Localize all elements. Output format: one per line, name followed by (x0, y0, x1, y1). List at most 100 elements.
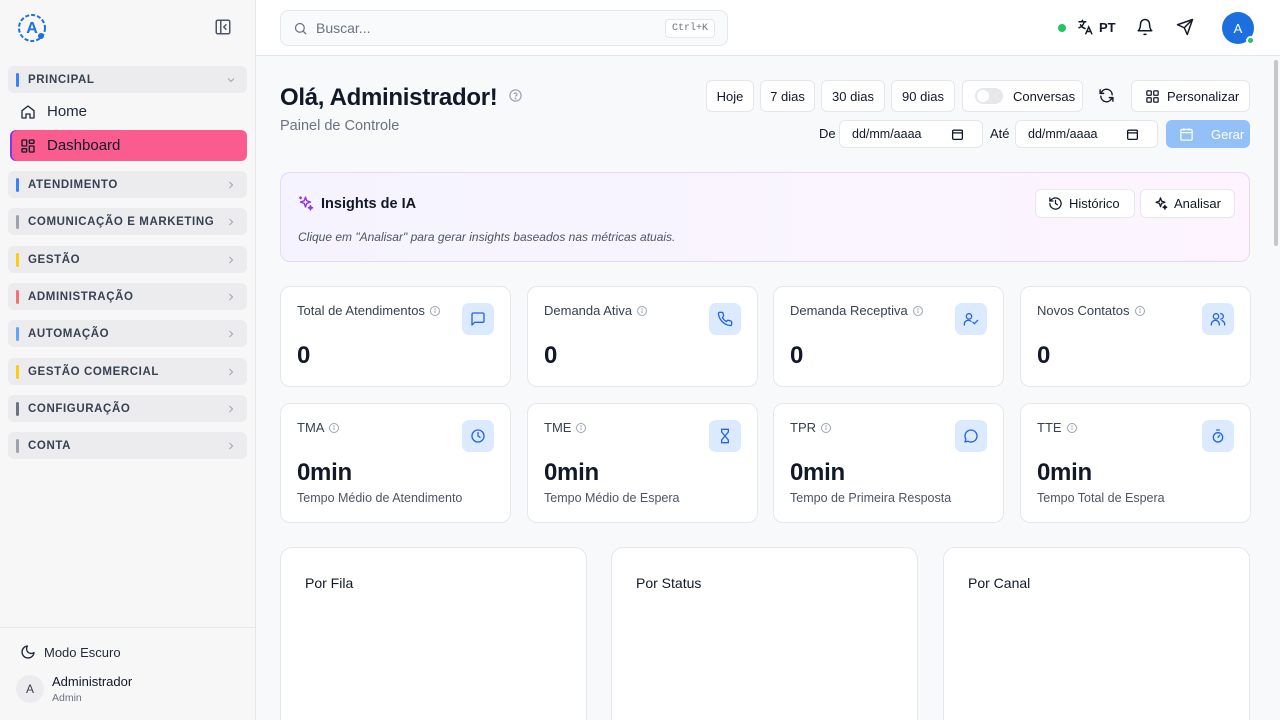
user-name: Administrador (52, 674, 133, 689)
sidebar-item-home[interactable]: Home (12, 96, 247, 127)
section-atendimento[interactable]: ATENDIMENTO (8, 171, 247, 198)
sidebar-item-label: Home (47, 103, 88, 120)
metric-value: 0 (297, 342, 311, 369)
history-button[interactable]: Histórico (1035, 189, 1135, 218)
dark-mode-toggle[interactable]: Modo Escuro (20, 644, 121, 660)
info-icon[interactable] (912, 305, 924, 317)
metric-card-demanda-ativa: Demanda Ativa 0 (527, 286, 758, 387)
user-role: Admin (52, 692, 82, 704)
metric-value: 0min (1037, 459, 1092, 486)
insights-title: Insights de IA (321, 196, 417, 212)
section-label: CONTA (28, 439, 72, 452)
metric-title: Demanda Receptiva (790, 303, 908, 318)
scrollbar-thumb[interactable] (1274, 60, 1278, 246)
section-automacao[interactable]: AUTOMAÇÃO (8, 320, 247, 347)
section-comunicacao-marketing[interactable]: COMUNICAÇÃO E MARKETING (8, 208, 247, 235)
section-label: AUTOMAÇÃO (28, 327, 110, 340)
user-avatar-button[interactable]: A (1222, 12, 1255, 45)
help-circle-icon[interactable] (508, 88, 523, 103)
date-to-input[interactable]: dd/mm/aaaa (1015, 120, 1158, 148)
clock-icon (462, 420, 494, 452)
toggle-switch[interactable] (975, 88, 1003, 104)
section-configuracao[interactable]: CONFIGURAÇÃO (8, 395, 247, 422)
analyze-label: Analisar (1174, 196, 1221, 211)
avatar: A (16, 675, 44, 703)
section-color-bar (16, 252, 19, 267)
search-icon (293, 21, 308, 36)
chevron-right-icon (225, 216, 237, 228)
section-gestao[interactable]: GESTÃO (8, 246, 247, 273)
message-square-icon (462, 303, 494, 335)
generate-button[interactable]: Gerar (1166, 120, 1250, 148)
connection-status-dot (1058, 24, 1066, 32)
bell-icon[interactable] (1136, 18, 1154, 36)
metric-title-wrap: Novos Contatos (1037, 303, 1146, 318)
info-icon[interactable] (328, 422, 340, 434)
metric-value: 0min (544, 459, 599, 486)
collapse-sidebar-icon[interactable] (214, 18, 232, 36)
section-gestao-comercial[interactable]: GESTÃO COMERCIAL (8, 358, 247, 385)
section-label: GESTÃO COMERCIAL (28, 365, 159, 378)
section-label: COMUNICAÇÃO E MARKETING (28, 215, 215, 228)
dark-mode-label: Modo Escuro (44, 644, 121, 660)
metric-title: Demanda Ativa (544, 303, 633, 318)
section-label: CONFIGURAÇÃO (28, 402, 131, 415)
user-profile[interactable]: A Administrador Admin (16, 674, 132, 704)
info-icon[interactable] (1066, 422, 1078, 434)
section-color-bar (16, 438, 19, 453)
search-input[interactable] (316, 20, 665, 36)
info-icon[interactable] (820, 422, 832, 434)
avatar-initial: A (1233, 20, 1243, 36)
chevron-right-icon (225, 328, 237, 340)
timer-icon (1202, 420, 1234, 452)
refresh-icon[interactable] (1098, 87, 1115, 104)
page-title: Olá, Administrador! (280, 84, 498, 111)
send-icon[interactable] (1176, 18, 1194, 36)
info-icon[interactable] (575, 422, 587, 434)
conversas-toggle[interactable]: Conversas (962, 80, 1083, 112)
metric-card-tpr: TPR 0min Tempo de Primeira Resposta (773, 403, 1004, 523)
metric-title: Total de Atendimentos (297, 303, 425, 318)
metric-title-wrap: Total de Atendimentos (297, 303, 441, 318)
search-shortcut: Ctrl+K (664, 18, 715, 38)
range-90-days-button[interactable]: 90 dias (891, 80, 955, 112)
translate-icon (1076, 18, 1094, 36)
user-check-icon (955, 303, 987, 335)
metric-title-wrap: TPR (790, 420, 832, 435)
range-7-days-button[interactable]: 7 dias (760, 80, 815, 112)
range-today-button[interactable]: Hoje (706, 80, 754, 112)
section-administracao[interactable]: ADMINISTRAÇÃO (8, 283, 247, 310)
info-icon[interactable] (636, 305, 648, 317)
info-icon[interactable] (1134, 305, 1146, 317)
metric-value: 0 (1037, 342, 1051, 369)
sparkles-icon (297, 195, 314, 212)
section-label: ATENDIMENTO (28, 178, 118, 191)
calendar-icon[interactable] (951, 128, 964, 141)
section-conta[interactable]: CONTA (8, 432, 247, 459)
message-circle-icon (955, 420, 987, 452)
date-from-input[interactable]: dd/mm/aaaa (839, 120, 983, 148)
section-color-bar (16, 364, 19, 379)
language-label: PT (1099, 19, 1116, 35)
metric-title-wrap: Demanda Ativa (544, 303, 648, 318)
customize-button[interactable]: Personalizar (1131, 80, 1250, 112)
section-principal[interactable]: PRINCIPAL (8, 66, 247, 93)
language-selector[interactable]: PT (1076, 18, 1116, 36)
search-box[interactable]: Ctrl+K (280, 10, 728, 46)
sidebar-item-dashboard[interactable]: Dashboard (12, 130, 247, 161)
app-logo[interactable]: A (16, 12, 48, 44)
panel-por-fila: Por Fila (280, 547, 587, 720)
analyze-button[interactable]: Analisar (1140, 189, 1235, 218)
chevron-right-icon (225, 366, 237, 378)
history-label: Histórico (1069, 196, 1120, 211)
range-30-days-button[interactable]: 30 dias (821, 80, 885, 112)
section-label: GESTÃO (28, 253, 81, 266)
section-label: ADMINISTRAÇÃO (28, 290, 134, 303)
date-to-label: Até (990, 126, 1010, 141)
metric-title-wrap: Demanda Receptiva (790, 303, 924, 318)
metric-value: 0 (790, 342, 804, 369)
section-color-bar (16, 72, 19, 87)
calendar-icon[interactable] (1126, 128, 1139, 141)
online-indicator (1246, 36, 1255, 45)
info-icon[interactable] (429, 305, 441, 317)
